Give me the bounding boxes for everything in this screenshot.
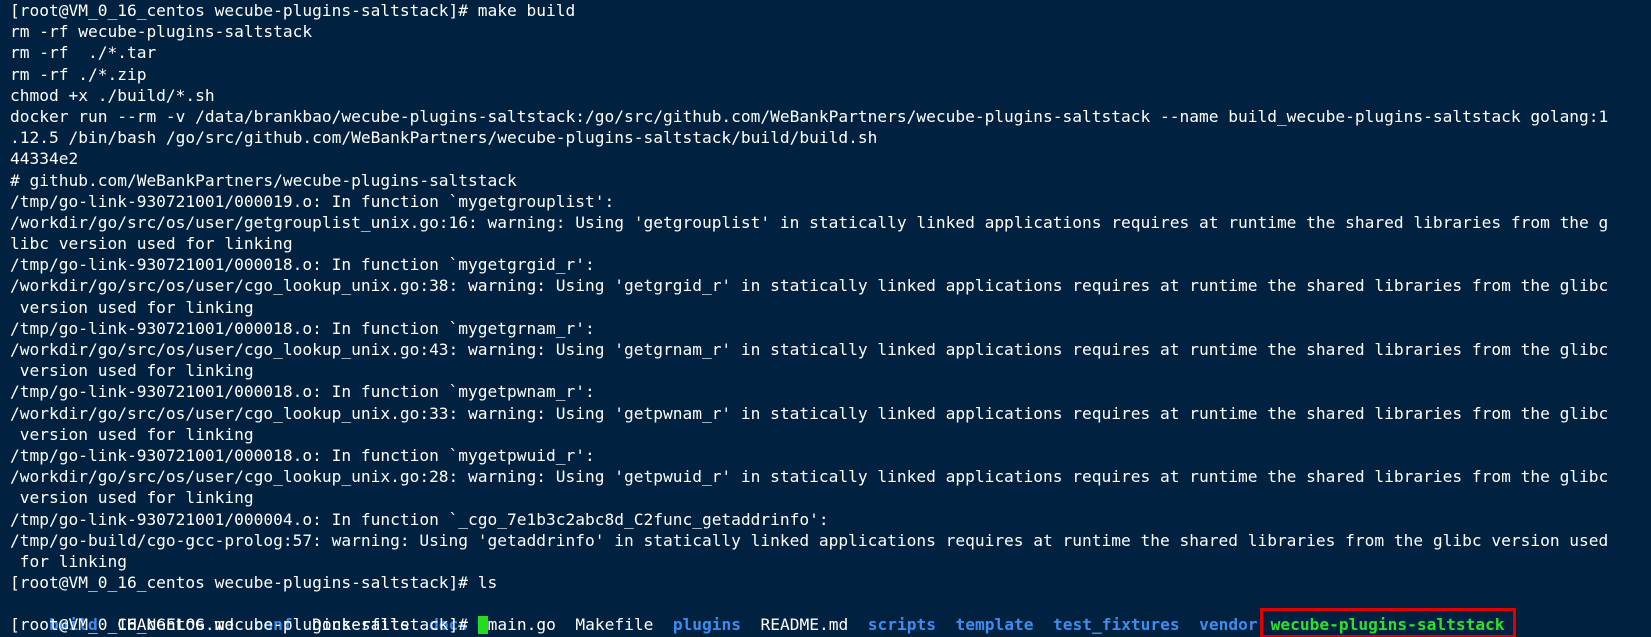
ls-item-plugins: plugins xyxy=(672,615,742,635)
terminal-line: libc version used for linking xyxy=(10,234,293,254)
ls-item-makefile: Makefile xyxy=(575,615,654,635)
ls-item-template: template xyxy=(955,615,1034,635)
terminal-line: version used for linking xyxy=(10,488,254,508)
text-cursor xyxy=(477,616,488,635)
ls-item-test-fixtures: test_fixtures xyxy=(1052,615,1180,635)
ls-item-scripts: scripts xyxy=(867,615,936,635)
terminal-line: 44334e2 xyxy=(10,149,79,169)
terminal-line: [root@VM_0_16_centos wecube-plugins-salt… xyxy=(10,573,498,593)
ls-item-main-go: main.go xyxy=(487,615,556,635)
terminal-line: /tmp/go-link-930721001/000019.o: In func… xyxy=(10,191,615,211)
terminal-line: /tmp/go-link-930721001/000018.o: In func… xyxy=(10,318,595,338)
terminal-line: /tmp/go-build/cgo-gcc-prolog:57: warning… xyxy=(10,530,1609,550)
terminal-line: /tmp/go-link-930721001/000004.o: In func… xyxy=(10,509,829,529)
terminal-line: /tmp/go-link-930721001/000018.o: In func… xyxy=(10,382,595,402)
terminal-line: rm -rf ./*.zip xyxy=(10,64,147,84)
ls-item-readme: README.md xyxy=(760,615,849,635)
ls-item-wecube-plugins-saltstack: wecube-plugins-saltstack xyxy=(1270,615,1505,635)
terminal-line: version used for linking xyxy=(10,424,254,444)
ls-output-line: build CHANGELOG.md conf Dockerfile docs … xyxy=(10,593,1651,637)
terminal-line: /workdir/go/src/os/user/cgo_lookup_unix.… xyxy=(10,403,1609,423)
terminal-line: version used for linking xyxy=(10,361,254,381)
terminal-line: /workdir/go/src/os/user/cgo_lookup_unix.… xyxy=(10,340,1609,359)
terminal-line: rm -rf wecube-plugins-saltstack xyxy=(10,22,313,42)
terminal-window[interactable]: [root@VM_0_16_centos wecube-plugins-salt… xyxy=(0,0,1651,637)
terminal-line: [root@VM_0_16_centos wecube-plugins-salt… xyxy=(10,1,576,20)
terminal-line: version used for linking xyxy=(10,297,254,317)
terminal-line: chmod +x ./build/*.sh xyxy=(10,85,215,105)
terminal-line: /workdir/go/src/os/user/cgo_lookup_unix.… xyxy=(10,467,1609,487)
terminal-line: for linking xyxy=(10,551,127,571)
shell-prompt: [root@VM_0_16_centos wecube-plugins-salt… xyxy=(10,615,478,635)
highlight-box: wecube-plugins-saltstack xyxy=(1259,608,1516,637)
terminal-output: [root@VM_0_16_centos wecube-plugins-salt… xyxy=(10,0,1651,593)
terminal-line: /tmp/go-link-930721001/000018.o: In func… xyxy=(10,255,595,275)
terminal-line: /workdir/go/src/os/user/getgrouplist_uni… xyxy=(10,212,1609,232)
ls-item-vendor: vendor xyxy=(1199,615,1258,635)
terminal-line: /workdir/go/src/os/user/cgo_lookup_unix.… xyxy=(10,276,1609,296)
terminal-line: .12.5 /bin/bash /go/src/github.com/WeBan… xyxy=(10,128,878,148)
terminal-line: /tmp/go-link-930721001/000018.o: In func… xyxy=(10,445,595,465)
terminal-line: rm -rf ./*.tar xyxy=(10,43,157,63)
terminal-line: docker run --rm -v /data/brankbao/wecube… xyxy=(10,106,1609,126)
terminal-line: # github.com/WeBankPartners/wecube-plugi… xyxy=(10,170,517,190)
